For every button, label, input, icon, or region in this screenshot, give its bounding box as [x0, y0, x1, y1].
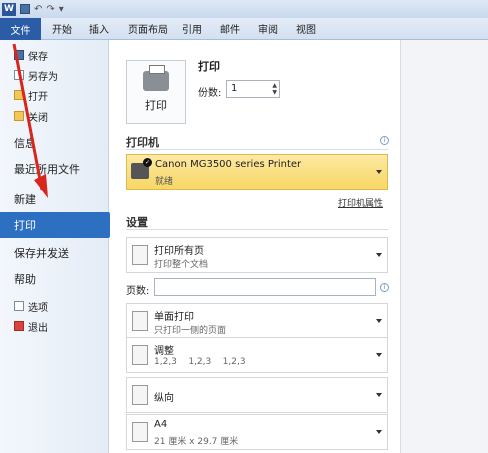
print-button[interactable]: 打印	[126, 60, 186, 124]
option-label: 单面打印	[154, 312, 194, 323]
collate-icon	[132, 345, 148, 365]
chevron-down-icon	[376, 353, 382, 357]
options-icon	[14, 301, 24, 311]
exit-icon	[14, 321, 24, 331]
option-sublabel: 1,2,3 1,2,3 1,2,3	[154, 357, 246, 367]
one-sided-icon	[132, 311, 148, 331]
copies-label: 份数:	[198, 88, 222, 99]
customize-toolbar-icon[interactable]: ▾	[59, 4, 64, 15]
tab-page-layout[interactable]: 页面布局	[128, 21, 168, 36]
info-icon[interactable]: i	[380, 283, 389, 292]
tab-mailings[interactable]: 邮件	[220, 21, 240, 36]
chevron-down-icon	[376, 393, 382, 397]
divider	[126, 149, 388, 150]
default-check-icon: ✓	[143, 158, 152, 167]
tab-view[interactable]: 视图	[296, 21, 316, 36]
copies-stepper[interactable]: 1 ▲ ▼	[226, 80, 280, 98]
settings-section-title: 设置	[126, 216, 148, 229]
tab-insert[interactable]: 插入	[89, 21, 109, 36]
orientation-select[interactable]: 纵向	[126, 377, 388, 413]
tab-file[interactable]: 文件	[0, 18, 41, 40]
sidebar-item-help[interactable]: 帮助	[0, 266, 109, 292]
spinner-arrows-icon[interactable]: ▲ ▼	[272, 82, 277, 96]
info-icon[interactable]: i	[380, 136, 389, 145]
print-panel: 打印 打印 份数: 1 ▲ ▼ 打印机 i ✓ Canon MG3500 seri…	[110, 40, 400, 453]
word-app-icon[interactable]: W	[2, 2, 16, 16]
portrait-icon	[132, 385, 148, 405]
pages-label: 页数:	[126, 286, 150, 297]
tab-home[interactable]: 开始	[52, 21, 72, 36]
option-sublabel: 21 厘米 x 29.7 厘米	[154, 437, 239, 447]
divider	[126, 229, 388, 230]
title-bar: W ↶ ↷ ▾	[0, 0, 488, 18]
app-letter: W	[4, 4, 14, 14]
printer-icon	[143, 65, 169, 91]
print-button-label: 打印	[145, 99, 167, 112]
printer-section-title: 打印机	[126, 136, 159, 149]
sidebar-item-options[interactable]: 选项	[0, 297, 109, 315]
annotation-arrow	[12, 43, 48, 198]
copies-value: 1	[231, 83, 238, 94]
option-label: 打印所有页	[154, 246, 204, 257]
pages-icon	[132, 245, 148, 265]
printer-properties-link[interactable]: 打印机属性	[338, 196, 383, 209]
save-icon[interactable]	[20, 4, 30, 14]
paper-size-select[interactable]: A4 21 厘米 x 29.7 厘米	[126, 414, 388, 450]
arrow-head	[34, 174, 48, 198]
printer-select[interactable]: ✓ Canon MG3500 series Printer 就绪	[126, 154, 388, 190]
chevron-down-icon	[376, 319, 382, 323]
option-sublabel: 只打印一侧的页面	[154, 326, 227, 336]
option-label: 调整	[154, 346, 174, 357]
paper-size-icon	[132, 422, 148, 442]
printer-status: 就绪	[155, 177, 174, 187]
chevron-down-icon	[376, 253, 382, 257]
sidebar-item-print[interactable]: 打印	[0, 212, 117, 238]
sidebar-item-save-send[interactable]: 保存并发送	[0, 240, 109, 266]
tab-review[interactable]: 审阅	[258, 21, 278, 36]
option-sublabel: 打印整个文档	[154, 260, 209, 270]
ribbon-tabs: 文件 开始 插入 页面布局 引用 邮件 审阅 视图	[0, 18, 488, 40]
option-label: 纵向	[154, 393, 174, 404]
tab-references[interactable]: 引用	[182, 21, 202, 36]
print-preview-area	[400, 40, 488, 453]
printer-name: Canon MG3500 series Printer	[155, 159, 302, 170]
sides-select[interactable]: 单面打印 只打印一侧的页面	[126, 303, 388, 339]
option-label: A4	[154, 419, 168, 430]
sidebar-item-label: 选项	[28, 302, 48, 314]
sidebar-item-label: 退出	[28, 322, 48, 334]
pages-input[interactable]	[154, 278, 376, 296]
chevron-down-icon	[376, 170, 382, 174]
redo-icon[interactable]: ↷	[46, 4, 54, 15]
chevron-down-icon	[376, 430, 382, 434]
collate-select[interactable]: 调整 1,2,3 1,2,3 1,2,3	[126, 337, 388, 373]
print-range-select[interactable]: 打印所有页 打印整个文档	[126, 237, 388, 273]
sidebar-item-exit[interactable]: 退出	[0, 317, 109, 335]
print-heading: 打印	[198, 60, 220, 73]
arrow-shaft	[12, 43, 44, 191]
undo-icon[interactable]: ↶	[34, 4, 42, 15]
